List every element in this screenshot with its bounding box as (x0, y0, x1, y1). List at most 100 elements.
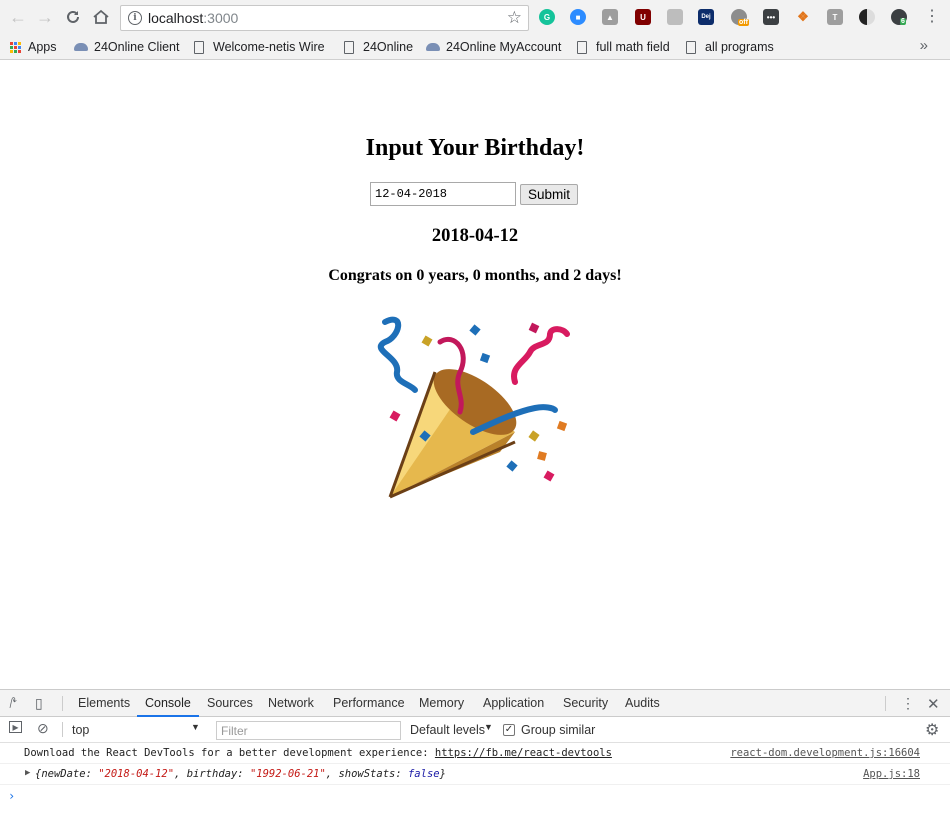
forward-arrow-icon[interactable]: → (34, 6, 56, 28)
bookmark-label: Apps (28, 40, 57, 54)
submit-button[interactable]: Submit (520, 183, 579, 205)
dejavu-icon[interactable]: Dej (698, 9, 714, 25)
reload-icon[interactable] (62, 6, 84, 28)
log-text: Download the React DevTools for a better… (24, 747, 435, 759)
bookmark-all-programs[interactable]: all programs (686, 38, 774, 56)
tab-sources[interactable]: Sources (207, 696, 253, 710)
bookmark-apps[interactable]: Apps (10, 38, 57, 56)
grammarly-icon[interactable]: G (539, 9, 555, 25)
console-log-row: ▶ {newDate: "2018-04-12", birthday: "199… (0, 764, 950, 785)
url-port: :3000 (203, 10, 239, 26)
page-icon (194, 40, 204, 54)
log-message: Download the React DevTools for a better… (24, 747, 612, 759)
dots-icon[interactable]: ••• (763, 9, 779, 25)
bookmark-label: Welcome-netis Wirel (213, 40, 325, 54)
metamask-icon[interactable]: ❖ (795, 9, 811, 25)
zoom-icon[interactable]: ■ (570, 9, 586, 25)
bookmark-welcome-netis[interactable]: Welcome-netis Wirel (194, 38, 325, 56)
trello-icon[interactable] (667, 9, 683, 25)
separator (62, 696, 63, 711)
dark-mode-icon[interactable] (859, 9, 875, 25)
log-source-link[interactable]: react-dom.development.js:16604 (730, 747, 920, 759)
bookmarks-overflow-icon[interactable]: » (920, 37, 928, 54)
bookmark-24online-client[interactable]: 24Online Client (74, 38, 179, 56)
filter-input[interactable]: Filter (216, 721, 401, 740)
expand-triangle-icon[interactable]: ▶ (25, 768, 30, 778)
info-icon[interactable]: i (128, 11, 142, 25)
obj-show-stats: false (407, 768, 440, 780)
birthday-form: Submit (370, 182, 579, 206)
clear-console-icon[interactable]: ⊘ (37, 720, 49, 737)
user-icon[interactable]: 6 (891, 9, 907, 25)
console-toolbar: ▸ ⊘ top ▼ Filter Default levels ▼ ✓ Grou… (0, 717, 950, 743)
ext-badge-off: off (738, 19, 749, 26)
levels-select[interactable]: Default levels (410, 723, 485, 737)
console-log-row: Download the React DevTools for a better… (0, 743, 950, 764)
group-similar-label: Group similar (521, 723, 596, 737)
sidebar-toggle-icon[interactable]: ▸ (9, 721, 22, 733)
close-icon[interactable]: ✕ (927, 695, 940, 713)
bookmark-label: 24Online MyAccount (446, 40, 562, 54)
bookmark-label: all programs (705, 40, 774, 54)
tab-audits[interactable]: Audits (625, 696, 660, 710)
congrats-message: Congrats on 0 years, 0 months, and 2 day… (328, 267, 622, 284)
log-object[interactable]: {newDate: "2018-04-12", birthday: "1992-… (35, 768, 446, 780)
browser-toolbar: ← → i localhost:3000 ☆ G ■ ▲ U Dej off •… (0, 0, 950, 35)
tab-elements[interactable]: Elements (78, 696, 130, 710)
tab-memory[interactable]: Memory (419, 696, 464, 710)
bookmark-label: 24Online (363, 40, 414, 54)
birthday-date-input[interactable] (370, 182, 516, 206)
obj-new-date: "2018-04-12" (98, 768, 175, 780)
home-icon[interactable] (90, 6, 112, 28)
address-bar[interactable]: i localhost:3000 ☆ (120, 5, 529, 31)
obj-suffix: } (439, 768, 446, 780)
menu-kebab-icon[interactable]: ⋮ (921, 6, 943, 28)
tab-performance[interactable]: Performance (333, 696, 405, 710)
console-prompt-row[interactable]: › (0, 785, 950, 806)
page-icon (344, 40, 354, 54)
back-arrow-icon[interactable]: ← (7, 6, 29, 28)
react-devtools-link[interactable]: https://fb.me/react-devtools (435, 747, 612, 759)
separator (885, 696, 886, 711)
cloud-icon (426, 43, 440, 51)
apps-grid-icon (10, 41, 21, 53)
page-content: Input Your Birthday! Submit 2018-04-12 C… (0, 61, 950, 689)
bookmark-24online-myaccount[interactable]: 24Online MyAccount (426, 38, 561, 56)
bookmark-label: 24Online Client (94, 40, 180, 54)
device-toolbar-icon[interactable]: ▯ (35, 695, 43, 712)
obj-mid1: , birthday: (174, 768, 250, 780)
group-similar-checkbox[interactable]: ✓ (503, 724, 515, 736)
obj-prefix: {newDate: (35, 768, 99, 780)
bookmark-full-math-field[interactable]: full math field (577, 38, 670, 56)
inspect-element-icon[interactable]: ⭚ (9, 695, 17, 712)
ext-badge-count: 6 (900, 18, 906, 25)
tab-security[interactable]: Security (563, 696, 608, 710)
url-host: localhost (148, 10, 204, 26)
output-date: 2018-04-12 (431, 226, 519, 246)
devtools-tab-bar: ⭚ ▯ Elements Console Sources Network Per… (0, 690, 950, 717)
log-source-link[interactable]: App.js:18 (863, 768, 920, 780)
star-icon[interactable]: ☆ (507, 8, 522, 28)
text-icon[interactable]: T (827, 9, 843, 25)
ublock-icon[interactable]: U (635, 9, 651, 25)
drive-icon[interactable]: ▲ (602, 9, 618, 25)
obj-mid2: , showStats: (325, 768, 408, 780)
context-select[interactable]: top (72, 723, 89, 737)
page-icon (686, 40, 696, 54)
bookmarks-bar: Apps 24Online Client Welcome-netis Wirel… (0, 35, 950, 60)
console-prompt-icon: › (8, 789, 16, 803)
party-popper-icon (377, 316, 570, 499)
settings-gear-icon[interactable]: ⚙ (925, 720, 939, 740)
context-dropdown-icon[interactable]: ▼ (191, 722, 200, 732)
devtools-panel: ⭚ ▯ Elements Console Sources Network Per… (0, 689, 950, 828)
separator (62, 722, 63, 737)
tab-network[interactable]: Network (268, 696, 314, 710)
tab-console[interactable]: Console (137, 696, 199, 717)
page-icon (577, 40, 587, 54)
levels-dropdown-icon[interactable]: ▼ (484, 722, 493, 732)
proxy-icon[interactable]: off (731, 9, 749, 26)
devtools-menu-icon[interactable]: ⋮ (901, 695, 915, 712)
obj-birthday: "1992-06-21" (249, 768, 326, 780)
bookmark-24online[interactable]: 24Online (344, 38, 413, 56)
tab-application[interactable]: Application (483, 696, 544, 710)
